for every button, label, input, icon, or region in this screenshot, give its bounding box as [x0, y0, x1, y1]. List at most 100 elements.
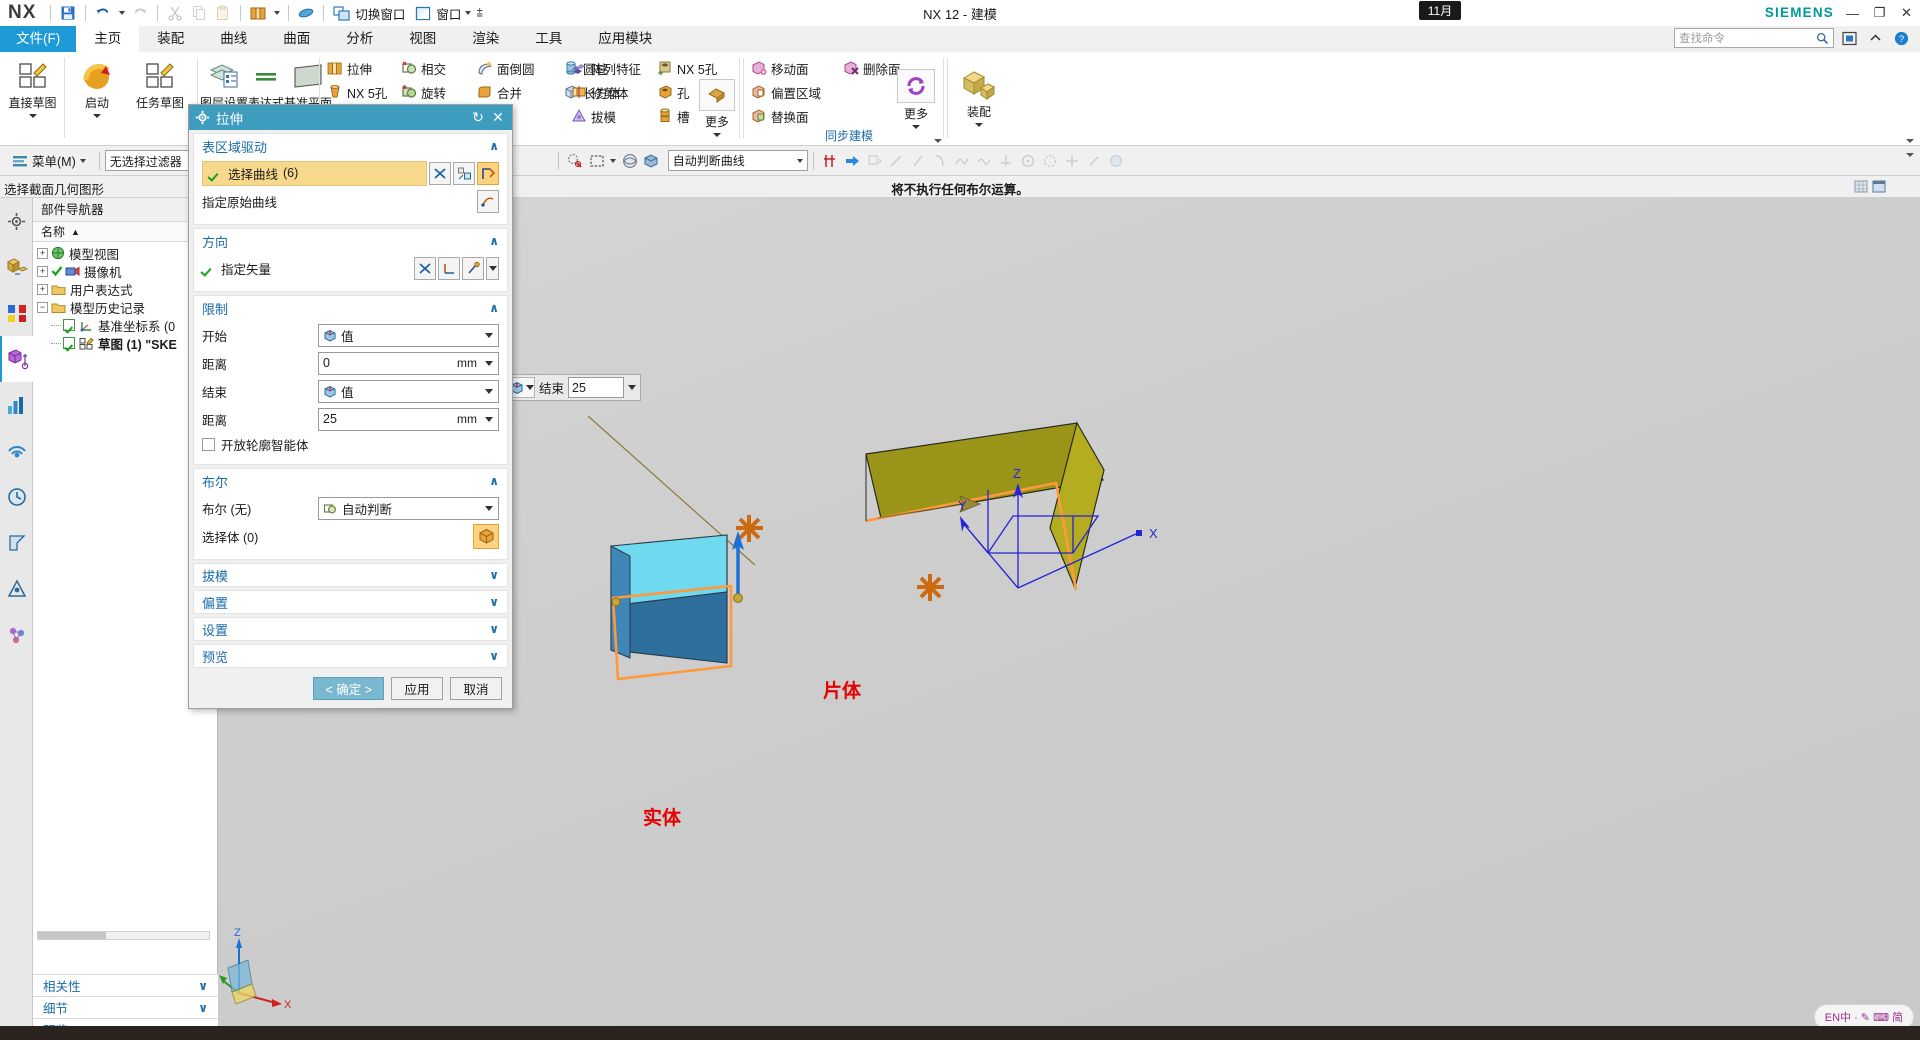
dialog-section-offset[interactable]: 偏置 ∨: [193, 590, 508, 614]
chevron-up-icon[interactable]: ∧: [489, 139, 499, 153]
dialog-section-settings[interactable]: 设置 ∨: [193, 617, 508, 641]
datum-plane-button[interactable]: 基准平面: [284, 57, 332, 111]
section-drive-header[interactable]: 表区域驱动 ∧: [194, 134, 507, 158]
expand-toggle-icon[interactable]: +: [37, 283, 48, 295]
dialog-section-preview[interactable]: 预览 ∨: [193, 644, 508, 668]
sidebar-item-reuse-library[interactable]: [0, 290, 33, 336]
vector-constructor-button[interactable]: [462, 256, 484, 280]
sidebar-item-part-navigator[interactable]: [0, 336, 33, 382]
chevron-down-icon[interactable]: [713, 133, 721, 137]
expression-button[interactable]: 表达式: [248, 57, 284, 111]
sketch-section-button[interactable]: [453, 161, 475, 185]
spline-icon[interactable]: [951, 150, 973, 172]
section-dependencies[interactable]: 相关性 ∨: [33, 974, 218, 996]
cancel-button[interactable]: 取消: [450, 676, 502, 700]
select-body-button[interactable]: [473, 523, 499, 549]
ribbon-overflow-icon[interactable]: [1906, 139, 1914, 143]
more-feature-button[interactable]: 更多: [690, 74, 744, 137]
collapse-toggle-icon[interactable]: −: [37, 301, 48, 313]
tab-render[interactable]: 渲染: [454, 26, 517, 52]
full-screen-icon[interactable]: [1838, 27, 1860, 49]
task-sketch-button[interactable]: 任务草图: [126, 57, 194, 118]
trim-body-command[interactable]: 修剪体: [570, 81, 656, 103]
unite-command[interactable]: 旋转: [400, 81, 474, 103]
offset-region-command[interactable]: 偏置区域: [750, 81, 842, 103]
rect-select-dropdown-icon[interactable]: [608, 150, 619, 172]
tab-application[interactable]: 应用模块: [580, 26, 670, 52]
sidebar-item-roles[interactable]: [0, 566, 33, 612]
rect-select-icon[interactable]: [586, 150, 608, 172]
chevron-down-icon[interactable]: [28, 114, 37, 118]
on-screen-input-end[interactable]: 结束 25: [495, 374, 642, 401]
help-icon[interactable]: ?: [1890, 27, 1912, 49]
start-distance-input[interactable]: 0 mm: [318, 351, 499, 375]
chevron-down-icon[interactable]: ∨: [489, 595, 499, 609]
ok-button[interactable]: < 确定 >: [313, 676, 384, 700]
end-type-select[interactable]: 值: [318, 379, 499, 403]
draft-command[interactable]: 拔模: [570, 105, 656, 127]
sidebar-item-web-browser[interactable]: [0, 428, 33, 474]
chevron-down-icon[interactable]: [481, 505, 496, 511]
section-limits-header[interactable]: 限制 ∧: [194, 296, 507, 320]
chevron-up-icon[interactable]: ∧: [489, 474, 499, 488]
section-boolean-header[interactable]: 布尔 ∧: [194, 469, 507, 493]
intersect-command[interactable]: 相交: [400, 57, 474, 79]
close-button[interactable]: ✕: [1893, 0, 1920, 26]
chevron-down-icon[interactable]: [912, 125, 920, 129]
scrollbar-thumb[interactable]: [38, 932, 106, 939]
chevron-down-icon[interactable]: [481, 360, 496, 366]
visibility-checkbox[interactable]: [63, 319, 75, 331]
sphere-icon[interactable]: [1105, 150, 1127, 172]
sidebar-item-constraint-navigator[interactable]: [0, 244, 33, 290]
visibility-checkbox[interactable]: [63, 337, 75, 349]
vector-dialog-button[interactable]: [438, 256, 460, 280]
osi-end-value-input[interactable]: 25: [568, 377, 625, 398]
chevron-down-icon[interactable]: [481, 388, 496, 394]
expand-toggle-icon[interactable]: +: [37, 247, 48, 259]
menu-button[interactable]: 菜单(M): [6, 150, 94, 172]
tab-surface[interactable]: 曲面: [265, 26, 328, 52]
datum-icon[interactable]: [819, 150, 841, 172]
tab-file[interactable]: 文件(F): [0, 26, 77, 52]
dialog-close-icon[interactable]: ✕: [488, 108, 508, 128]
start-type-select[interactable]: 值: [318, 323, 499, 347]
curve-rule-select[interactable]: 自动判断曲线: [667, 150, 808, 171]
tab-analysis[interactable]: 分析: [328, 26, 391, 52]
chevron-down-icon[interactable]: ∨: [489, 622, 499, 636]
assembly-button[interactable]: 装配: [948, 64, 1010, 127]
move-object-icon[interactable]: [863, 150, 885, 172]
restore-button[interactable]: ❐: [1866, 0, 1893, 26]
extrude-dialog[interactable]: 拉伸 ↻ ✕ 表区域驱动 ∧ 选择曲线 (6) 指定原始曲线 方向 ∧ 指定矢量…: [188, 104, 513, 709]
chevron-down-icon[interactable]: ∨: [489, 568, 499, 582]
specify-origin-button[interactable]: [477, 189, 499, 213]
chevron-down-icon[interactable]: [481, 332, 496, 338]
chevron-down-icon[interactable]: ∨: [198, 979, 208, 993]
grid-status-icon[interactable]: [1854, 180, 1868, 193]
minimize-button[interactable]: —: [1839, 0, 1866, 26]
sidebar-item-hd3d-tools[interactable]: [0, 382, 33, 428]
chevron-down-icon[interactable]: [79, 158, 86, 163]
expand-toggle-icon[interactable]: +: [37, 265, 48, 277]
diagonal-icon[interactable]: [1083, 150, 1105, 172]
chevron-down-icon[interactable]: [796, 158, 803, 163]
line2-icon[interactable]: [907, 150, 929, 172]
collapse-ribbon-icon[interactable]: [1864, 27, 1886, 49]
dialog-title-bar[interactable]: 拉伸 ↻ ✕: [189, 105, 512, 130]
face-select-icon[interactable]: [641, 150, 663, 172]
end-distance-input[interactable]: 25 mm: [318, 407, 499, 431]
point-icon[interactable]: [1061, 150, 1083, 172]
chevron-down-icon[interactable]: [481, 416, 496, 422]
sync-more-button[interactable]: 更多: [888, 64, 944, 129]
dialog-section-draft[interactable]: 拔模 ∨: [193, 563, 508, 587]
window-status-icon[interactable]: [1872, 180, 1886, 193]
chevron-down-icon[interactable]: [526, 385, 534, 390]
open-profile-checkbox[interactable]: [202, 437, 215, 451]
open-profile-row[interactable]: 开放轮廓智能体: [202, 434, 499, 454]
curve-rule-button[interactable]: [429, 161, 451, 185]
direct-sketch-button[interactable]: 直接草图: [0, 57, 65, 118]
dialog-reset-icon[interactable]: ↻: [468, 108, 488, 128]
section-details[interactable]: 细节 ∨: [33, 996, 218, 1018]
extrude-command[interactable]: 拉伸: [326, 57, 398, 79]
tab-home[interactable]: 主页: [76, 26, 140, 52]
launch-button[interactable]: 启动: [68, 57, 126, 118]
